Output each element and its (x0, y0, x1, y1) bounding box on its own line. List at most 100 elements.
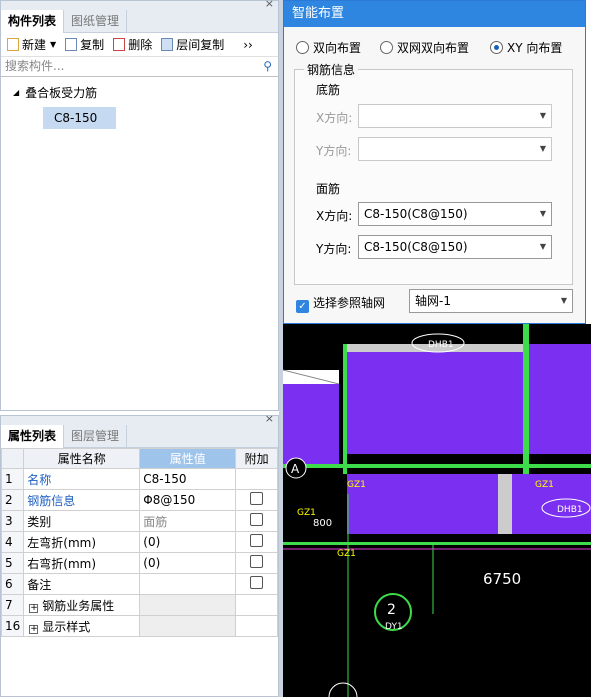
property-panel: × 属性列表 图层管理 属性名称 属性值 附加 1 名称 C8-150 2 钢筋… (0, 412, 279, 697)
cad-label: 6750 (483, 570, 521, 588)
cad-label: DY1 (385, 622, 403, 632)
chevron-down-icon: ▼ (539, 242, 546, 251)
panel-header-bar: × (1, 412, 278, 425)
dialog-title: 智能布置 (284, 1, 585, 27)
cad-label: DHB1 (557, 505, 583, 515)
component-tree: ◢ 叠合板受力筋 C8-150 (1, 77, 278, 129)
value-cell[interactable]: C8-150 (139, 468, 237, 490)
radio-icon[interactable] (296, 41, 309, 54)
expand-plus-icon[interactable]: + (29, 624, 39, 634)
copy-icon (65, 38, 78, 51)
chevron-down-icon: ▼ (50, 40, 57, 49)
value-cell[interactable]: (0) (139, 531, 237, 553)
top-y-label: Y方向: (316, 242, 352, 256)
bottom-y-label: Y方向: (316, 144, 352, 158)
radio-icon[interactable] (490, 41, 503, 54)
chevron-down-icon: ▼ (539, 111, 546, 120)
group-title: 钢筋信息 (304, 61, 359, 78)
cad-label: GZ1 (347, 480, 366, 490)
top-rebar-label: 面筋 (316, 182, 341, 196)
close-icon[interactable]: × (265, 412, 274, 425)
extra-checkbox[interactable] (250, 492, 264, 505)
value-cell[interactable] (139, 573, 237, 595)
table-row[interactable]: 2 钢筋信息 Φ8@150 (0, 489, 278, 511)
delete-icon (113, 38, 126, 51)
table-row[interactable]: 4 左弯折(mm) (0) (0, 531, 278, 553)
new-icon (7, 38, 19, 51)
tab-drawing-management[interactable]: 图纸管理 (64, 10, 128, 32)
cad-label: GZ1 (337, 549, 356, 559)
cad-label: GZ1 (297, 508, 316, 518)
cad-drawing: DHB1 GZ1 GZ1 GZ1 GZ1 DHB1 800 6750 2 DY1… (283, 324, 591, 697)
cad-canvas[interactable]: DHB1 GZ1 GZ1 GZ1 GZ1 DHB1 800 6750 2 DY1… (283, 324, 591, 697)
radio-bidirectional[interactable]: 双向布置 (296, 39, 361, 56)
bottom-y-select[interactable]: ▼ (358, 137, 552, 161)
table-row[interactable]: 6 备注 (0, 573, 278, 595)
table-row[interactable]: 7 + 钢筋业务属性 (0, 594, 278, 616)
extra-checkbox[interactable] (250, 576, 264, 589)
table-row[interactable]: 1 名称 C8-150 (0, 468, 278, 490)
new-button[interactable]: 新建 ▼ (7, 36, 56, 53)
property-tabs: 属性列表 图层管理 (1, 425, 278, 448)
axis-select[interactable]: 轴网-1 ▼ (409, 289, 573, 313)
more-button[interactable]: ›› (243, 38, 253, 52)
cad-label: GZ1 (535, 480, 554, 490)
header-value: 属性值 (139, 448, 237, 469)
cad-label: 2 (387, 602, 396, 618)
axis-checkbox[interactable]: ✓ 选择参照轴网 (296, 294, 385, 313)
bottom-rebar-label: 底筋 (316, 83, 341, 97)
radio-xy[interactable]: XY 向布置 (490, 39, 562, 56)
radio-double-net[interactable]: 双网双向布置 (380, 39, 469, 56)
tree-node-child[interactable]: C8-150 (43, 107, 116, 129)
top-x-label: X方向: (316, 209, 353, 223)
floor-copy-icon (161, 38, 174, 51)
slab-region (343, 344, 591, 454)
checkbox-checked-icon[interactable]: ✓ (296, 300, 309, 313)
close-icon[interactable]: × (265, 0, 274, 10)
bottom-x-label: X方向: (316, 111, 353, 125)
floor-copy-button[interactable]: 层间复制 (161, 36, 224, 53)
tab-component-list[interactable]: 构件列表 (1, 10, 65, 33)
cad-label: A (291, 462, 300, 476)
expand-plus-icon[interactable]: + (29, 603, 39, 613)
smart-layout-dialog: 智能布置 双向布置 双网双向布置 XY 向布置 钢筋信息 底筋 X方向: ▼ Y… (283, 0, 586, 324)
search-icon[interactable]: ⚲ (263, 57, 272, 76)
tree-node-parent[interactable]: ◢ 叠合板受力筋 (13, 83, 278, 103)
extra-checkbox[interactable] (250, 513, 264, 526)
top-y-select[interactable]: C8-150(C8@150) ▼ (358, 235, 552, 259)
radio-icon[interactable] (380, 41, 393, 54)
property-table: 属性名称 属性值 附加 1 名称 C8-150 2 钢筋信息 Φ8@150 3 … (0, 448, 278, 637)
header-name: 属性名称 (23, 448, 141, 469)
top-x-select[interactable]: C8-150(C8@150) ▼ (358, 202, 552, 226)
panel-header-bar: × (1, 0, 278, 10)
table-row[interactable]: 5 右弯折(mm) (0) (0, 552, 278, 574)
beam-line (283, 464, 591, 468)
component-toolbar: 新建 ▼ 复制 删除 层间复制 ›› (1, 33, 278, 57)
header-num (0, 448, 25, 469)
beam-line (523, 324, 529, 474)
value-cell: 面筋 (139, 510, 237, 532)
table-row[interactable]: 16 + 显示样式 (0, 615, 278, 637)
copy-button[interactable]: 复制 (65, 36, 104, 53)
value-cell[interactable]: (0) (139, 552, 237, 574)
extra-checkbox[interactable] (250, 534, 264, 547)
slab-region-left (283, 384, 339, 464)
beam-line (343, 344, 347, 474)
component-panel: × 构件列表 图纸管理 新建 ▼ 复制 删除 层间复制 ›› 搜索构件... ⚲ ◢… (0, 0, 279, 411)
tab-layer-management[interactable]: 图层管理 (64, 425, 128, 447)
delete-button[interactable]: 删除 (113, 36, 152, 53)
chevron-down-icon: ▼ (560, 296, 567, 305)
expand-icon[interactable]: ◢ (13, 83, 19, 103)
extra-checkbox[interactable] (250, 555, 264, 568)
slab-region-lower (347, 474, 591, 534)
search-input[interactable]: 搜索构件... ⚲ (1, 57, 278, 77)
table-row[interactable]: 3 类别 面筋 (0, 510, 278, 532)
chevron-down-icon: ▼ (539, 209, 546, 218)
bottom-x-select[interactable]: ▼ (358, 104, 552, 128)
cad-label: 800 (313, 518, 332, 529)
cad-label: DHB1 (428, 340, 454, 350)
value-cell[interactable]: Φ8@150 (139, 489, 237, 511)
chevron-down-icon: ▼ (539, 144, 546, 153)
header-extra: 附加 (235, 448, 278, 469)
tab-property-list[interactable]: 属性列表 (1, 425, 65, 448)
